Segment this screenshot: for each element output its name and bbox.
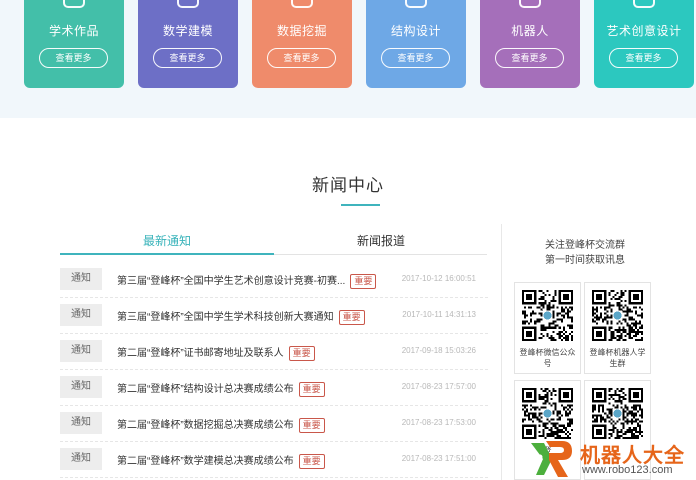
notice-tag: 通知: [60, 340, 102, 362]
qr-label: 登峰杯机器人学生群: [589, 348, 646, 368]
category-card[interactable]: 数学建模 查看更多: [138, 0, 238, 88]
view-more-button[interactable]: 查看更多: [39, 48, 108, 68]
news-date: 2017-08-23 17:57:00: [401, 382, 476, 391]
news-title-link[interactable]: 第三届“登峰杯”全国中学生学术科技创新大赛通知 重要: [117, 308, 365, 325]
notice-tag: 通知: [60, 448, 102, 470]
notice-tag: 通知: [60, 376, 102, 398]
title-underline: [341, 204, 380, 206]
news-title-text: 第二届“登峰杯”结构设计总决赛成绩公布: [117, 384, 294, 395]
important-badge: 重要: [288, 345, 315, 361]
qr-code-icon: [592, 388, 643, 439]
news-title-link[interactable]: 第二届“登峰杯”数据挖掘总决赛成绩公布 重要: [117, 416, 325, 433]
news-date: 2017-08-23 17:51:00: [401, 454, 476, 463]
category-title: 学术作品: [48, 24, 99, 38]
news-title-text: 第二届“登峰杯”证书邮寄地址及联系人: [117, 348, 284, 359]
category-icon: [291, 0, 313, 8]
news-row[interactable]: 通知 第二届“登峰杯”数据挖掘总决赛成绩公布 重要 2017-08-23 17:53:…: [60, 412, 488, 442]
category-icon: [405, 0, 427, 8]
active-tab-indicator: [60, 253, 274, 255]
qr-label: 登峰杯微信公众号: [519, 348, 576, 368]
view-more-button[interactable]: 查看更多: [153, 48, 222, 68]
qr-code-icon: [522, 388, 573, 439]
qr-heading-line2: 第一时间获取讯息: [545, 255, 625, 266]
view-more-button[interactable]: 查看更多: [495, 48, 564, 68]
category-card[interactable]: 机器人 查看更多: [480, 0, 580, 88]
news-title-text: 第三届“登峰杯”全国中学生学术科技创新大赛通知: [117, 312, 334, 323]
category-title: 数据挖掘: [276, 24, 327, 38]
view-more-button[interactable]: 查看更多: [267, 48, 336, 68]
view-more-button[interactable]: 查看更多: [609, 48, 678, 68]
news-title-link[interactable]: 第二届“登峰杯”数学建模总决赛成绩公布 重要: [117, 452, 325, 469]
qr-heading-line1: 关注登峰杯交流群: [545, 240, 625, 251]
news-row[interactable]: 通知 第二届“登峰杯”证书邮寄地址及联系人 重要 2017-09-18 15:03:2…: [60, 340, 488, 370]
news-title-text: 第三届“登峰杯”全国中学生艺术创意设计竞赛-初赛...: [117, 276, 346, 287]
view-more-button[interactable]: 查看更多: [381, 48, 450, 68]
qr-card: 登峰杯微信公众号: [514, 282, 581, 374]
notice-tag: 通知: [60, 304, 102, 326]
category-title: 机器人: [511, 24, 549, 38]
important-badge: 重要: [298, 453, 325, 469]
category-card[interactable]: 学术作品 查看更多: [24, 0, 124, 88]
category-icon: [519, 0, 541, 8]
news-title-link[interactable]: 第二届“登峰杯”结构设计总决赛成绩公布 重要: [117, 380, 325, 397]
news-row[interactable]: 通知 第二届“登峰杯”数学建模总决赛成绩公布 重要 2017-08-23 17:51:…: [60, 448, 488, 478]
news-title-link[interactable]: 第二届“登峰杯”证书邮寄地址及联系人 重要: [117, 344, 315, 361]
category-card[interactable]: 结构设计 查看更多: [366, 0, 466, 88]
news-row[interactable]: 通知 第三届“登峰杯”全国中学生学术科技创新大赛通知 重要 2017-10-11 14…: [60, 304, 488, 334]
news-date: 2017-08-23 17:53:00: [401, 418, 476, 427]
qr-card: 登峰杯机器人学生群: [584, 282, 651, 374]
category-title: 结构设计: [390, 24, 441, 38]
news-title-text: 第二届“登峰杯”数据挖掘总决赛成绩公布: [117, 420, 294, 431]
news-row[interactable]: 通知 第三届“登峰杯”全国中学生艺术创意设计竞赛-初赛... 重要 2017-10-1…: [60, 268, 488, 298]
news-row[interactable]: 通知 第二届“登峰杯”结构设计总决赛成绩公布 重要 2017-08-23 17:57:…: [60, 376, 488, 406]
news-title-text: 第二届“登峰杯”数学建模总决赛成绩公布: [117, 456, 294, 467]
category-icon: [633, 0, 655, 8]
robot-logo-icon: [531, 441, 572, 477]
logo-url-text: www.robo123.com: [582, 464, 673, 476]
category-icon: [177, 0, 199, 8]
important-badge: 重要: [298, 417, 325, 433]
important-badge: 重要: [350, 273, 377, 289]
column-divider: [501, 224, 502, 480]
important-badge: 重要: [298, 381, 325, 397]
robo123-logo[interactable]: 机器人大全 www.robo123.com: [528, 437, 696, 480]
important-badge: 重要: [338, 309, 365, 325]
notice-tag: 通知: [60, 412, 102, 434]
category-title: 数学建模: [162, 24, 213, 38]
qr-code-icon: [522, 290, 573, 341]
news-date: 2017-10-12 16:00:51: [401, 274, 476, 283]
news-section-title: 新闻中心: [312, 176, 384, 195]
qr-code-icon: [592, 290, 643, 341]
category-card[interactable]: 艺术创意设计查看更多: [594, 0, 694, 88]
news-title-link[interactable]: 第三届“登峰杯”全国中学生艺术创意设计竞赛-初赛... 重要: [117, 272, 377, 289]
category-title: 艺术创意设计: [606, 24, 682, 38]
tab-latest-notices[interactable]: 最新通知: [143, 232, 191, 249]
notice-tag: 通知: [60, 268, 102, 290]
news-date: 2017-10-11 14:31:13: [402, 310, 476, 319]
news-date: 2017-09-18 15:03:26: [401, 346, 476, 355]
category-icon: [63, 0, 85, 8]
tab-news-reports[interactable]: 新闻报道: [357, 232, 405, 249]
category-card[interactable]: 数据挖掘 查看更多: [252, 0, 352, 88]
